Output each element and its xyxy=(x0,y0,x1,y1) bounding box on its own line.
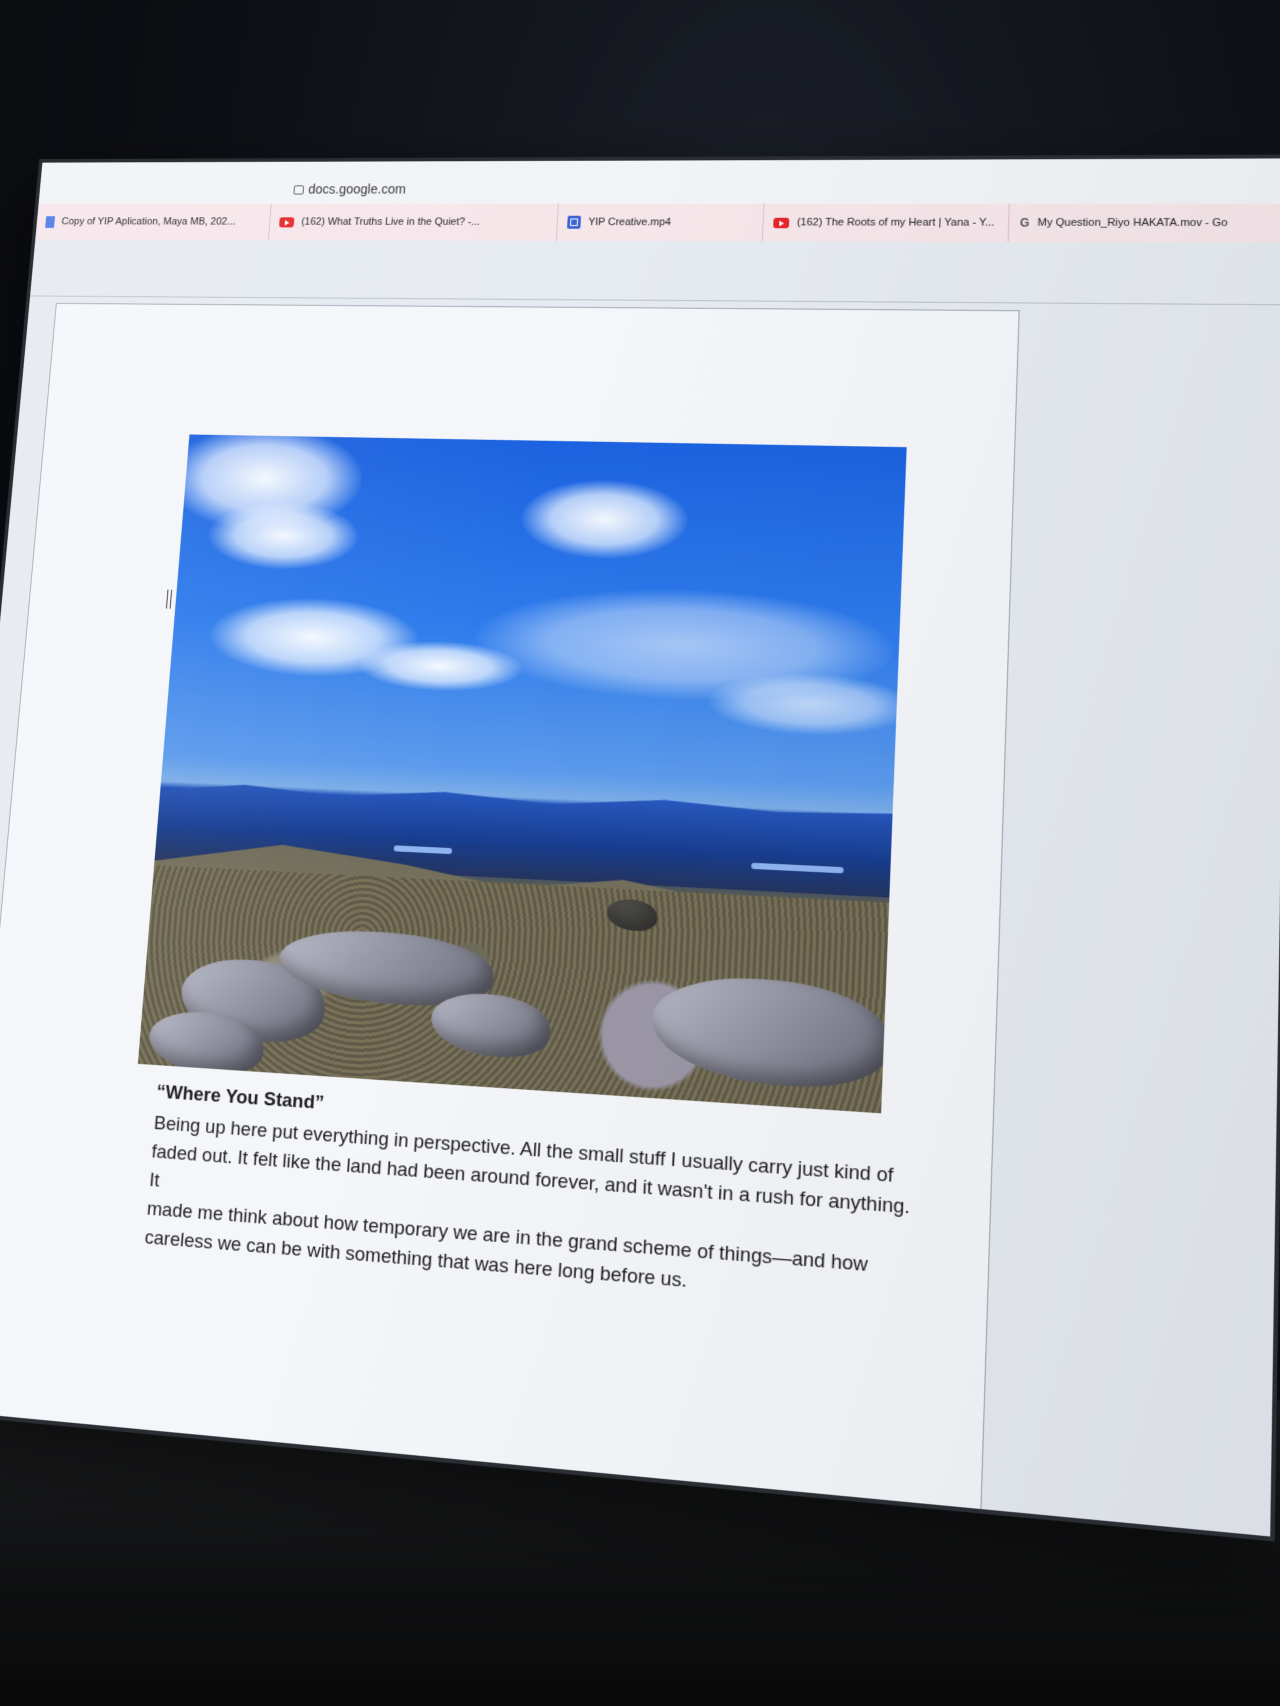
clip-icon xyxy=(567,216,581,229)
bookmark-item[interactable]: (162) What Truths Live in the Quiet? -..… xyxy=(269,204,559,241)
bookmark-label: (162) The Roots of my Heart | Yana - Y..… xyxy=(797,217,995,229)
google-g-icon: G xyxy=(1020,216,1030,230)
bookmark-label: Copy of YIP Aplication, Maya MB, 202... xyxy=(61,216,236,227)
bookmark-label: (162) What Truths Live in the Quiet? -..… xyxy=(301,216,480,227)
docs-workspace: “Where You Stand” Being up here put ever… xyxy=(0,240,1280,1537)
youtube-icon xyxy=(279,217,294,227)
docs-icon xyxy=(45,216,55,228)
monitor-screen: docs.google.com Copy of YIP Aplication, … xyxy=(0,158,1280,1536)
bookmark-label: YIP Creative.mp4 xyxy=(588,217,671,228)
address-bar[interactable]: docs.google.com xyxy=(39,158,1280,204)
text-cursor-icon xyxy=(166,590,172,609)
bookmark-label: My Question_Riyo HAKATA.mov - Go xyxy=(1037,217,1227,229)
bookmark-item[interactable]: G My Question_Riyo HAKATA.mov - Go xyxy=(1009,203,1280,242)
bookmark-item[interactable]: Copy of YIP Aplication, Maya MB, 202... xyxy=(35,204,271,241)
youtube-icon xyxy=(773,217,789,227)
landscape-photo[interactable] xyxy=(138,434,907,1113)
url-text[interactable]: docs.google.com xyxy=(308,182,407,197)
cloud xyxy=(519,479,689,561)
bookmark-item[interactable]: YIP Creative.mp4 xyxy=(557,204,765,242)
photo-caption[interactable]: “Where You Stand” Being up here put ever… xyxy=(144,1081,920,1315)
lock-icon xyxy=(293,185,304,194)
bookmarks-bar: Copy of YIP Aplication, Maya MB, 202... … xyxy=(35,203,1280,243)
cloud xyxy=(707,670,907,738)
bookmark-item[interactable]: (162) The Roots of my Heart | Yana - Y..… xyxy=(763,204,1011,243)
document-page[interactable]: “Where You Stand” Being up here put ever… xyxy=(0,303,1020,1537)
